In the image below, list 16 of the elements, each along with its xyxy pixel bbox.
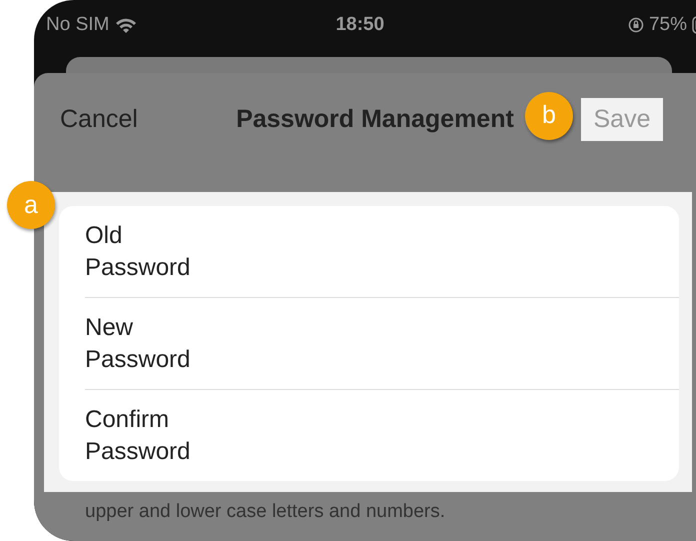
wifi-icon — [115, 17, 138, 33]
password-field[interactable]: Old Password — [85, 206, 679, 298]
cancel-button[interactable]: Cancel — [60, 104, 205, 134]
field-label: Old Password — [85, 220, 192, 282]
carrier-label: No SIM — [46, 14, 110, 36]
callout-badge: b — [525, 92, 573, 140]
field-label: New Password — [85, 312, 192, 374]
battery-percent: 75% — [648, 14, 687, 36]
password-field[interactable]: Confirm Password — [85, 390, 679, 481]
password-hint: upper and lower case letters and numbers. — [85, 501, 446, 523]
rotation-lock-icon — [628, 17, 644, 33]
clock-time: 18:50 — [336, 14, 384, 36]
field-label: Confirm Password — [85, 404, 192, 466]
password-field[interactable]: New Password — [85, 298, 679, 390]
callout-badge: a — [7, 181, 55, 229]
sheet-title: Password Management — [235, 104, 515, 134]
